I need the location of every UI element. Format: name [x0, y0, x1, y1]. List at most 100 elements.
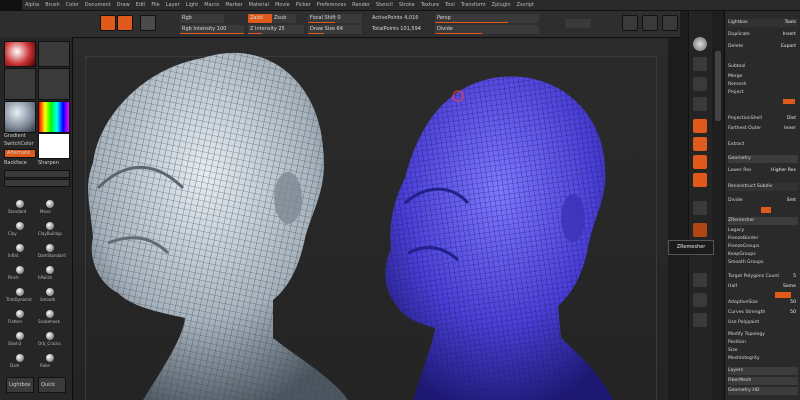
- row-mesh-integrity[interactable]: MeshIntegrity: [728, 355, 798, 363]
- menu-item-stencil[interactable]: Stencil: [373, 2, 396, 8]
- brush-smooth-icon[interactable]: [46, 288, 54, 296]
- smt-toggle[interactable]: [761, 207, 771, 213]
- row-reconstruct-subdiv[interactable]: Reconstruct Subdiv: [728, 183, 798, 191]
- move-mode-button[interactable]: [140, 15, 156, 31]
- row-legacy[interactable]: Legacy: [728, 227, 798, 235]
- row-adaptive-size[interactable]: AdaptiveSize 50: [728, 299, 798, 307]
- brush-rake-icon[interactable]: [46, 354, 54, 362]
- brush-hpolish-icon[interactable]: [46, 266, 54, 274]
- brush-inflat-icon[interactable]: [16, 244, 24, 252]
- menu-item-layer[interactable]: Layer: [163, 2, 183, 8]
- row-half[interactable]: Half Same: [728, 283, 798, 291]
- menu-item-brush[interactable]: Brush: [42, 2, 62, 8]
- local-button[interactable]: [693, 155, 707, 169]
- floor-button[interactable]: [693, 137, 707, 151]
- persp-button[interactable]: [693, 119, 707, 133]
- quick-button[interactable]: Quick: [38, 377, 66, 393]
- canvas-viewport[interactable]: [73, 38, 668, 400]
- menu-item-render[interactable]: Render: [349, 2, 373, 8]
- menu-item-preferences[interactable]: Preferences: [314, 2, 349, 8]
- menu-item-document[interactable]: Document: [82, 2, 114, 8]
- menu-item-marker[interactable]: Marker: [222, 2, 245, 8]
- toolbar-icon-button[interactable]: [622, 15, 638, 31]
- menu-item-tool[interactable]: Tool: [442, 2, 458, 8]
- menu-item-color[interactable]: Color: [63, 2, 82, 8]
- row-project[interactable]: Project: [728, 89, 798, 97]
- row-freeze-groups[interactable]: FreezeGroups: [728, 243, 798, 251]
- row-farthest[interactable]: Farthest Outer Inner: [728, 125, 798, 133]
- alpha-thumb[interactable]: [4, 68, 36, 100]
- brush-snakehook-icon[interactable]: [46, 310, 54, 318]
- menu-item-zscript[interactable]: Zscript: [514, 2, 537, 8]
- brush-move-icon[interactable]: [46, 200, 54, 208]
- menu-item-draw[interactable]: Draw: [114, 2, 133, 8]
- transp-button[interactable]: [693, 273, 707, 287]
- zsub-button[interactable]: Zsub: [272, 14, 296, 23]
- scrollbar-thumb[interactable]: [715, 51, 721, 121]
- stroke-thumb[interactable]: [38, 41, 70, 67]
- brush-slash3-icon[interactable]: [16, 332, 24, 340]
- brush-preview-thumb[interactable]: [4, 41, 36, 67]
- menu-item-zplugin[interactable]: Zplugin: [489, 2, 514, 8]
- brush-pinch-icon[interactable]: [16, 266, 24, 274]
- menu-item-light[interactable]: Light: [183, 2, 201, 8]
- fibermesh-header[interactable]: FiberMesh: [728, 377, 798, 385]
- frame-button[interactable]: [693, 201, 707, 215]
- row-extract[interactable]: Extract: [728, 141, 798, 149]
- row-size[interactable]: Size: [728, 347, 798, 355]
- slider-2[interactable]: [4, 179, 70, 187]
- scroll-button[interactable]: [693, 77, 707, 91]
- row-lightbox[interactable]: Lightbox Tools: [728, 19, 798, 27]
- menu-item-texture[interactable]: Texture: [418, 2, 442, 8]
- focal-shift-slider[interactable]: Focal Shift 0: [308, 14, 362, 23]
- brush-clay-icon[interactable]: [16, 222, 24, 230]
- menu-item-alpha[interactable]: Alpha: [22, 2, 42, 8]
- edit-mode-button[interactable]: [100, 15, 116, 31]
- menu-item-file[interactable]: File: [148, 2, 162, 8]
- rgb-toggle[interactable]: Rgb: [180, 14, 224, 23]
- z-intensity-slider[interactable]: Z Intensity 25: [248, 25, 304, 34]
- row-use-polypaint[interactable]: Use Polypaint: [728, 319, 798, 327]
- sharpen-label[interactable]: Sharpen: [38, 160, 59, 166]
- divide-button[interactable]: [565, 19, 591, 28]
- toolbar-icon-button-2[interactable]: [642, 15, 658, 31]
- project-slider-fill[interactable]: [783, 99, 795, 104]
- menu-item-movie[interactable]: Movie: [272, 2, 293, 8]
- menu-item-macro[interactable]: Macro: [201, 2, 222, 8]
- menu-item-transform[interactable]: Transform: [458, 2, 489, 8]
- xyz-button[interactable]: [693, 173, 707, 187]
- spix-button[interactable]: [693, 57, 707, 71]
- brush-orb-cracks-icon[interactable]: [46, 332, 54, 340]
- brush-claybuildup-icon[interactable]: [46, 222, 54, 230]
- zoom-button[interactable]: [693, 97, 707, 111]
- lightbox-button[interactable]: Lightbox: [6, 377, 34, 393]
- row-delete[interactable]: Delete Export: [728, 43, 798, 51]
- color-picker[interactable]: [38, 101, 70, 133]
- row-keep-groups[interactable]: KeepGroups: [728, 251, 798, 259]
- brush-damstandard-icon[interactable]: [46, 244, 54, 252]
- material-thumb[interactable]: [4, 101, 36, 133]
- row-smooth-groups[interactable]: Smooth Groups: [728, 259, 798, 267]
- divide-slider[interactable]: Divide: [435, 25, 539, 34]
- polyf-button[interactable]: [693, 223, 707, 237]
- rgb-intensity-slider[interactable]: Rgb Intensity 100: [180, 25, 244, 34]
- zremesher-header[interactable]: ZRemesher: [728, 217, 798, 225]
- slider-1[interactable]: [4, 170, 70, 178]
- brush-dam-icon[interactable]: [16, 354, 24, 362]
- backface-label[interactable]: Backface: [4, 160, 27, 166]
- brush-trimdynamic-icon[interactable]: [16, 288, 24, 296]
- row-modify-topology[interactable]: Modify Topology: [728, 331, 798, 339]
- brush-flatten-icon[interactable]: [16, 310, 24, 318]
- brush-standard-icon[interactable]: [16, 200, 24, 208]
- adapt-toggle[interactable]: [775, 292, 791, 298]
- switch-color-label[interactable]: SwitchColor: [4, 141, 34, 147]
- bpr-button[interactable]: [693, 37, 707, 51]
- solo-button[interactable]: [693, 293, 707, 307]
- row-target-polygons[interactable]: Target Polygons Count 5: [728, 273, 798, 281]
- row-freeze-border[interactable]: FreezeBorder: [728, 235, 798, 243]
- persp-slider[interactable]: Persp: [435, 14, 539, 23]
- row-divide[interactable]: Divide Smt: [728, 197, 798, 205]
- secondary-color-swatch[interactable]: [38, 133, 70, 159]
- row-curves-strength[interactable]: Curves Strength 50: [728, 309, 798, 317]
- draw-size-slider[interactable]: Draw Size 64: [308, 25, 362, 34]
